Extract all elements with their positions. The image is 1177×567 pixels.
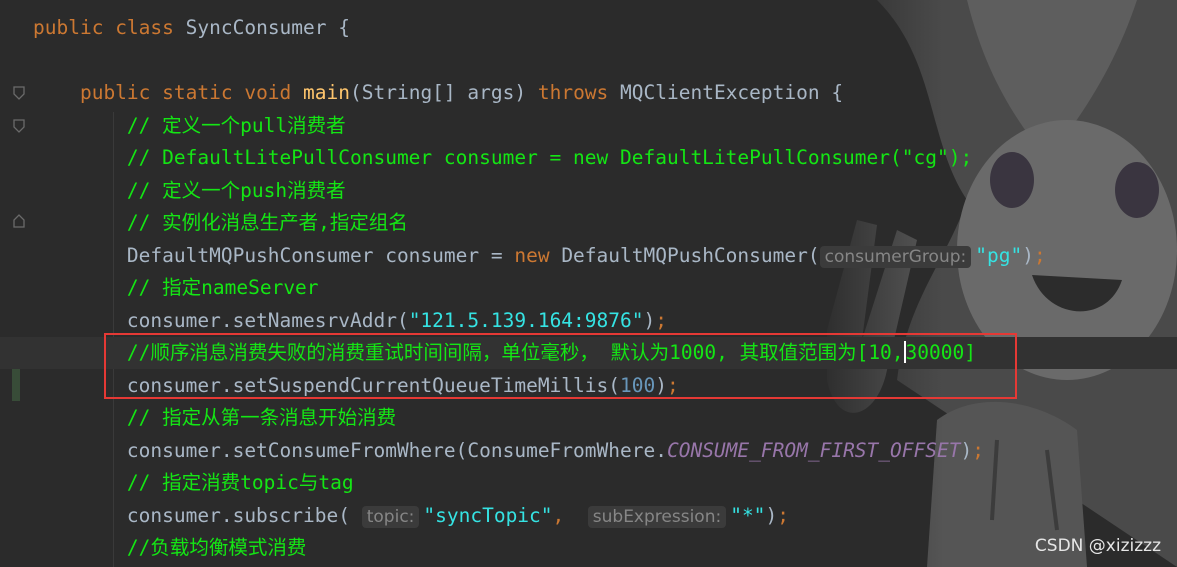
code-token: ; [972,438,984,462]
code-token: (String[] args) [350,81,538,104]
code-token: main [303,81,350,104]
code-token: ) [765,503,778,527]
annotation-highlight-box [104,333,1017,399]
code-line[interactable]: public static void main(String[] args) t… [0,77,843,109]
code-token: "*" [730,503,766,527]
background-illustration [817,0,1177,567]
code-token: void [244,81,304,104]
code-token: CONSUME_FROM_FIRST_OFFSET [666,438,961,462]
code-token: public [33,16,116,39]
code-token: consumer.subscribe( [33,503,362,527]
code-token: consumer.setConsumeFromWhere(ConsumeFrom… [33,438,667,462]
watermark: CSDN @xizizzz [1034,536,1161,556]
code-token: "pg" [975,243,1023,267]
code-line[interactable]: // 指定消费topic与tag [0,467,354,499]
code-token: // 指定nameServer [33,276,319,299]
code-line[interactable]: // 定义一个pull消费者 [0,110,346,142]
code-line[interactable]: //负载均衡模式消费 [0,532,307,564]
code-line[interactable]: public class SyncConsumer { [0,12,350,44]
code-token: SyncConsumer { [185,16,351,39]
code-line[interactable]: DefaultMQPushConsumer consumer = new Def… [0,240,1046,272]
code-line[interactable]: consumer.setNamesrvAddr("121.5.139.164:9… [0,305,667,337]
code-line[interactable]: consumer.subscribe( topic: "syncTopic", s… [0,500,789,532]
code-token: // 定义一个push消费者 [33,178,346,202]
code-token: public [33,81,163,104]
code-token: consumer.setNamesrvAddr( [33,308,409,332]
code-line[interactable]: consumer.setConsumeFromWhere(ConsumeFrom… [0,435,984,467]
code-token: ) [960,438,973,462]
code-token: ; [655,308,667,332]
code-token: //负载均衡模式消费 [33,536,307,559]
code-token: ; [777,503,789,527]
code-line[interactable]: // 定义一个push消费者 [0,175,346,207]
code-token: "121.5.139.164:9876" [408,308,644,332]
code-token: throws [537,81,621,104]
code-token: class [115,16,186,39]
code-token: DefaultMQPushConsumer( [561,243,820,267]
code-token: MQClientException { [620,81,844,104]
parameter-hint: topic: [361,505,420,528]
code-line[interactable]: // 指定从第一条消息开始消费 [0,402,396,434]
code-token: , [552,503,588,527]
parameter-hint: consumerGroup: [819,245,972,268]
code-line[interactable] [0,45,33,77]
code-token: DefaultMQPushConsumer consumer = [33,243,515,267]
parameter-hint: subExpression: [587,505,727,528]
code-token: ; [1033,243,1046,267]
code-token: ) [1022,243,1034,267]
code-token: "syncTopic" [423,503,553,527]
code-editor[interactable]: public class SyncConsumer { public stati… [0,0,1177,567]
code-line[interactable]: // 指定nameServer [0,272,319,304]
code-token: // 定义一个pull消费者 [33,113,346,137]
code-token: // 实例化消息生产者,指定组名 [33,211,408,234]
code-token: new [514,243,562,267]
code-line[interactable]: // DefaultLitePullConsumer consumer = ne… [0,142,972,174]
code-token: ) [643,308,656,332]
code-token: static [162,81,245,104]
code-line[interactable]: // 实例化消息生产者,指定组名 [0,207,408,239]
code-token: // 指定消费topic与tag [33,471,354,494]
code-token: // 指定从第一条消息开始消费 [33,406,397,429]
code-token: // DefaultLitePullConsumer consumer = ne… [33,146,973,169]
